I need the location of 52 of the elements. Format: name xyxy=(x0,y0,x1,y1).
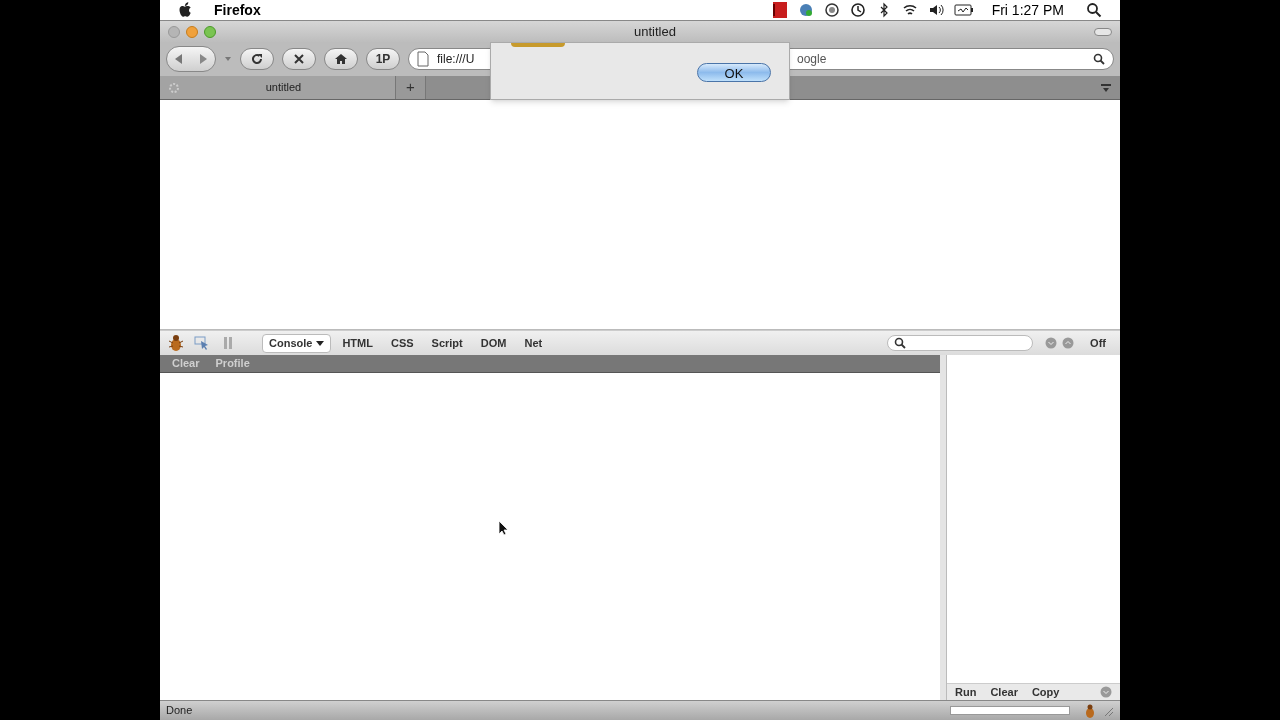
reload-icon xyxy=(251,53,263,65)
reload-button[interactable] xyxy=(240,48,274,70)
inspect-cursor-icon xyxy=(194,335,210,351)
stop-button[interactable] xyxy=(282,48,316,70)
bug-icon xyxy=(166,333,186,353)
zoom-window-button[interactable] xyxy=(204,25,216,38)
apple-logo-icon xyxy=(178,2,194,18)
forward-arrow-icon xyxy=(197,53,209,65)
toolbar-toggle-button[interactable] xyxy=(1094,27,1112,36)
minimize-window-button[interactable] xyxy=(186,25,198,38)
close-icon xyxy=(293,53,305,65)
caret-icon xyxy=(224,55,232,63)
firebug-off-label[interactable]: Off xyxy=(1090,334,1106,352)
close-window-button[interactable] xyxy=(168,25,180,38)
browser-tab[interactable]: untitled xyxy=(160,76,396,99)
up-chevron-icon xyxy=(1062,337,1075,349)
command-button[interactable]: Copy xyxy=(1031,683,1060,701)
menu-clock[interactable]: Fri 1:27 PM xyxy=(991,0,1064,21)
wifi-icon xyxy=(901,2,918,18)
new-tab-button[interactable]: + xyxy=(396,76,426,99)
home-button[interactable] xyxy=(324,48,358,70)
command-button[interactable]: Clear xyxy=(990,683,1018,701)
window-title: untitled xyxy=(633,22,677,41)
mouse-cursor-icon xyxy=(498,520,508,536)
status-text: Done xyxy=(166,703,193,719)
home-icon xyxy=(335,53,347,65)
loading-spinner-icon xyxy=(168,81,180,94)
search-icon xyxy=(1093,53,1105,65)
command-button[interactable]: Run xyxy=(955,683,977,701)
toolbar-button[interactable]: 1P xyxy=(366,48,400,70)
battery-icon xyxy=(953,2,974,18)
time-machine-icon xyxy=(849,2,866,18)
firebug-tab[interactable]: HTML xyxy=(335,333,380,353)
firebug-search-field[interactable] xyxy=(887,335,1034,351)
search-icon xyxy=(894,337,907,349)
pause-icon xyxy=(222,335,234,351)
firebug-tab[interactable]: CSS xyxy=(383,333,421,353)
caret-icon xyxy=(316,339,325,347)
dialog-icon xyxy=(511,43,565,47)
down-chevron-icon xyxy=(1045,337,1058,349)
ok-button[interactable]: OK xyxy=(697,63,771,82)
app-name[interactable]: Firefox xyxy=(214,0,261,21)
page-icon xyxy=(417,51,429,67)
volume-icon xyxy=(927,2,944,18)
firebug-tab[interactable]: Console xyxy=(262,333,332,353)
search-icon xyxy=(1086,2,1102,18)
tab-list-icon xyxy=(1100,81,1112,94)
firebug-tab[interactable]: Script xyxy=(424,333,470,353)
firebug-tab[interactable]: DOM xyxy=(473,333,514,353)
back-forward-button[interactable] xyxy=(166,46,216,72)
back-arrow-icon xyxy=(173,53,185,65)
firebug-tab[interactable]: Net xyxy=(517,333,550,353)
